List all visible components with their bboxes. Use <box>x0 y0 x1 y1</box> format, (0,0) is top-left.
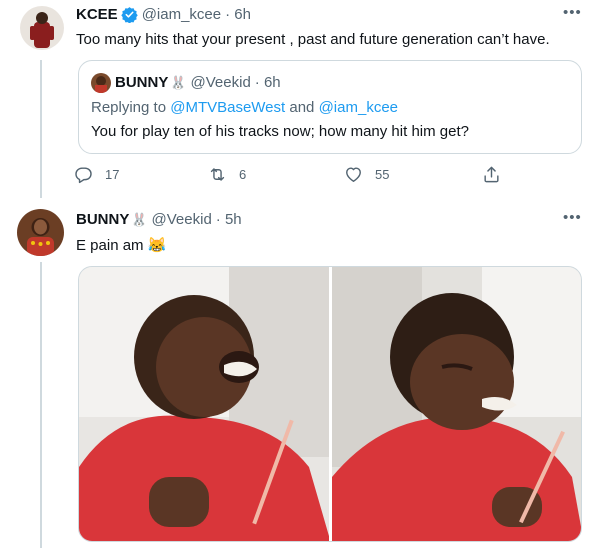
author-name[interactable]: KCEE <box>76 6 118 23</box>
share-button[interactable] <box>482 165 501 184</box>
tweet-text-body: E pain am <box>76 237 144 254</box>
avatar-bunny[interactable] <box>17 209 64 256</box>
reply-button[interactable]: 17 <box>74 165 208 184</box>
tweet2-header: BUNNY 🐰 @Veekid · 5h <box>76 211 242 228</box>
quoted-tweet-card[interactable]: BUNNY 🐰 @Veekid · 6h Replying to @MTVBas… <box>78 60 582 154</box>
retweet-icon <box>210 168 225 181</box>
tweet-action-bar: 17 6 55 <box>74 165 501 184</box>
quote-time: · 6h <box>254 74 281 91</box>
more-dots-icon[interactable]: ••• <box>563 4 582 21</box>
tweet-media-grid[interactable] <box>78 266 582 542</box>
quote-avatar <box>91 73 111 93</box>
laughing-cat-emoji-icon: 😹 <box>147 237 167 254</box>
like-count: 55 <box>375 167 390 182</box>
quote-header: BUNNY 🐰 @Veekid · 6h <box>115 74 281 91</box>
tweet-text: E pain am 😹 <box>76 236 166 254</box>
retweet-count: 6 <box>239 167 247 182</box>
mention-link[interactable]: @iam_kcee <box>319 99 398 116</box>
reply-count: 17 <box>105 167 120 182</box>
reply-icon <box>75 167 92 184</box>
quote-author-name: BUNNY <box>115 74 169 91</box>
replying-to-line: Replying to @MTVBaseWest and @iam_kcee <box>91 99 398 116</box>
author-handle[interactable]: @Veekid <box>152 211 212 228</box>
tweet-time[interactable]: · 6h <box>225 6 251 23</box>
avatar-kcee[interactable] <box>20 6 64 50</box>
like-button[interactable]: 55 <box>344 165 482 184</box>
tweet1-header: KCEE @iam_kcee · 6h <box>76 6 251 23</box>
replying-prefix: Replying to <box>91 99 167 116</box>
meme-photo-right[interactable] <box>331 267 581 541</box>
verified-badge-icon <box>120 7 138 23</box>
replying-and: and <box>289 99 315 116</box>
rabbit-emoji-icon: 🐰 <box>131 211 148 227</box>
heart-icon <box>346 167 361 182</box>
mention-link[interactable]: @MTVBaseWest <box>170 99 285 116</box>
retweet-button[interactable]: 6 <box>208 165 344 184</box>
tweet-time[interactable]: · 5h <box>216 211 242 228</box>
share-icon <box>484 166 499 183</box>
quote-author-handle: @Veekid <box>190 74 251 91</box>
more-dots-icon[interactable]: ••• <box>563 209 582 226</box>
meme-photo-left[interactable] <box>79 267 329 541</box>
quote-text: You for play ten of his tracks now; how … <box>91 123 469 140</box>
tweet-text: Too many hits that your present , past a… <box>76 31 550 48</box>
thread-connector-line <box>40 60 42 198</box>
rabbit-emoji-icon: 🐰 <box>170 74 187 90</box>
author-name[interactable]: BUNNY <box>76 211 129 228</box>
author-handle[interactable]: @iam_kcee <box>142 6 221 23</box>
thread-connector-line <box>40 262 42 548</box>
